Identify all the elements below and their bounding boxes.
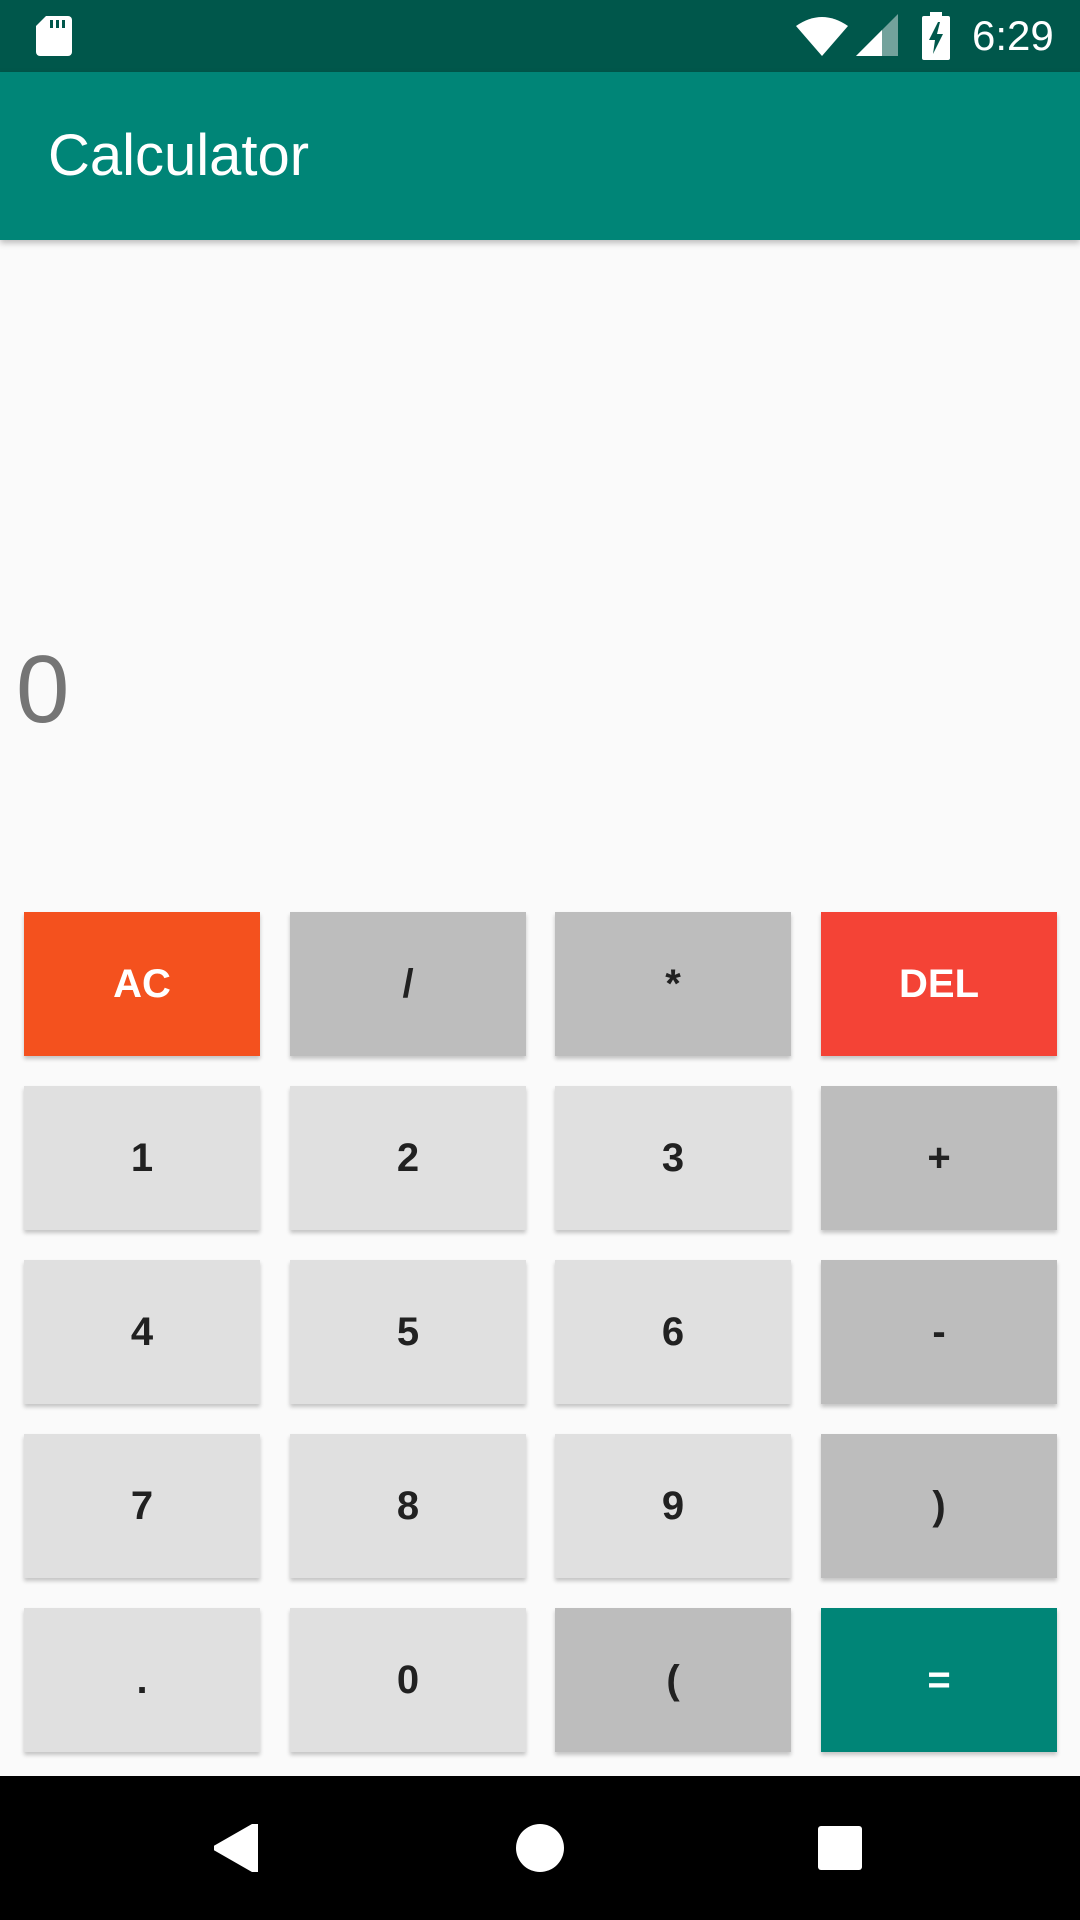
digit-4-button[interactable]: 4	[24, 1260, 260, 1404]
divide-button[interactable]: /	[290, 912, 526, 1056]
digit-7-button[interactable]: 7	[24, 1434, 260, 1578]
recents-icon[interactable]	[818, 1826, 862, 1870]
app-title: Calculator	[48, 123, 310, 188]
digit-1-button[interactable]: 1	[24, 1086, 260, 1230]
digit-9-button[interactable]: 9	[555, 1434, 791, 1578]
app-bar: Calculator	[0, 72, 1080, 240]
digit-3-button[interactable]: 3	[555, 1086, 791, 1230]
open-paren-button[interactable]: (	[555, 1608, 791, 1752]
digit-5-button[interactable]: 5	[290, 1260, 526, 1404]
clear-button[interactable]: AC	[24, 912, 260, 1056]
digit-0-button[interactable]: 0	[290, 1608, 526, 1752]
delete-button[interactable]: DEL	[821, 912, 1057, 1056]
close-paren-button[interactable]: )	[821, 1434, 1057, 1578]
digit-8-button[interactable]: 8	[290, 1434, 526, 1578]
add-button[interactable]: +	[821, 1086, 1057, 1230]
keypad: AC / * DEL 1 2 3 + 4 5 6 - 7 8 9 ) . 0 (…	[0, 0, 1080, 1776]
back-icon[interactable]	[214, 1824, 262, 1872]
home-icon[interactable]	[516, 1824, 564, 1872]
decimal-point-button[interactable]: .	[24, 1608, 260, 1752]
digit-2-button[interactable]: 2	[290, 1086, 526, 1230]
equals-button[interactable]: =	[821, 1608, 1057, 1752]
digit-6-button[interactable]: 6	[555, 1260, 791, 1404]
multiply-button[interactable]: *	[555, 912, 791, 1056]
subtract-button[interactable]: -	[821, 1260, 1057, 1404]
